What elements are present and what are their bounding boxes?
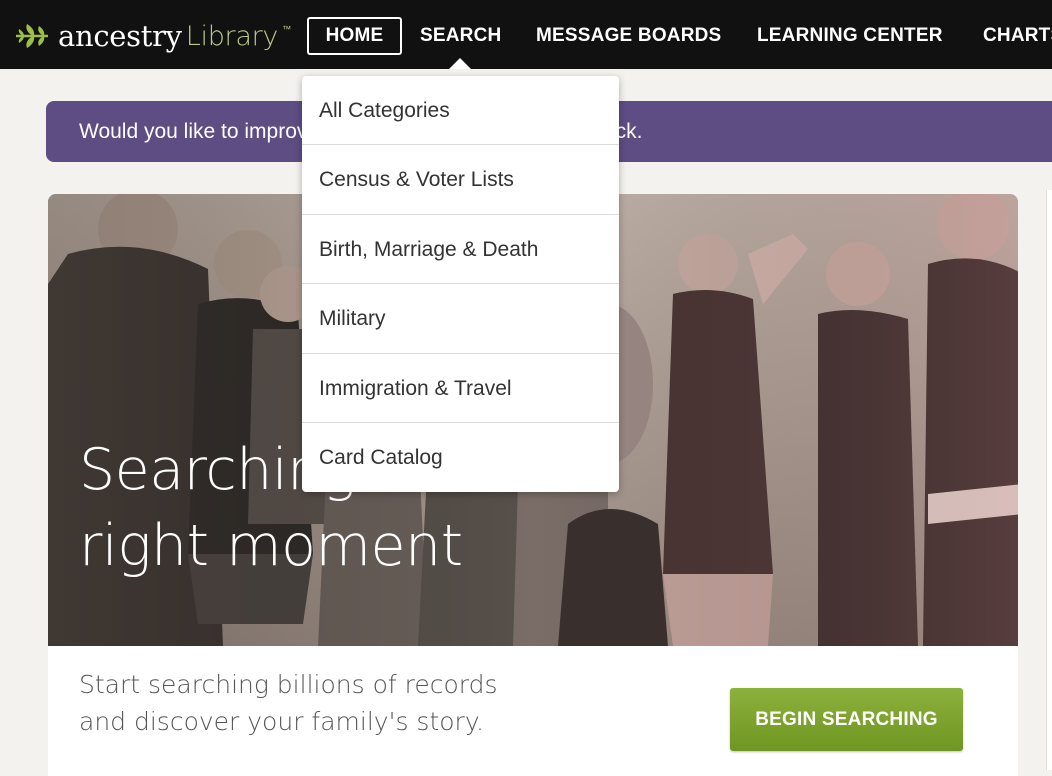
begin-searching-button[interactable]: BEGIN SEARCHING [730,688,963,751]
promo-text: Start searching billions of records and … [79,670,498,736]
nav-search[interactable]: SEARCH [420,17,501,55]
menu-item-military[interactable]: Military [302,284,619,354]
search-dropdown-menu: All Categories Census & Voter Lists Birt… [302,76,619,492]
nav-charts[interactable]: CHARTS [983,17,1052,55]
dropdown-caret [449,58,471,69]
leaf-icon [16,24,48,48]
nav-learning-center[interactable]: LEARNING CENTER [757,17,943,55]
menu-item-card-catalog[interactable]: Card Catalog [302,423,619,492]
ancestry-library-logo[interactable]: ancestry Library ™ [14,18,291,54]
menu-item-all-categories[interactable]: All Categories [302,76,619,146]
right-column-edge [1046,190,1052,770]
logo-trademark: ™ [282,24,292,34]
menu-item-census-voter-lists[interactable]: Census & Voter Lists [302,145,619,215]
promo-card: Start searching billions of records and … [48,646,1018,776]
logo-brand-text: ancestry [58,19,182,53]
nav-home[interactable]: HOME [307,17,402,55]
top-nav: ancestry Library ™ HOME SEARCH MESSAGE B… [0,0,1052,69]
hero-headline-line2: right moment [79,513,463,579]
menu-item-birth-marriage-death[interactable]: Birth, Marriage & Death [302,215,619,285]
logo-product-text: Library [185,20,279,52]
nav-message-boards[interactable]: MESSAGE BOARDS [536,17,721,55]
menu-item-immigration-travel[interactable]: Immigration & Travel [302,354,619,423]
